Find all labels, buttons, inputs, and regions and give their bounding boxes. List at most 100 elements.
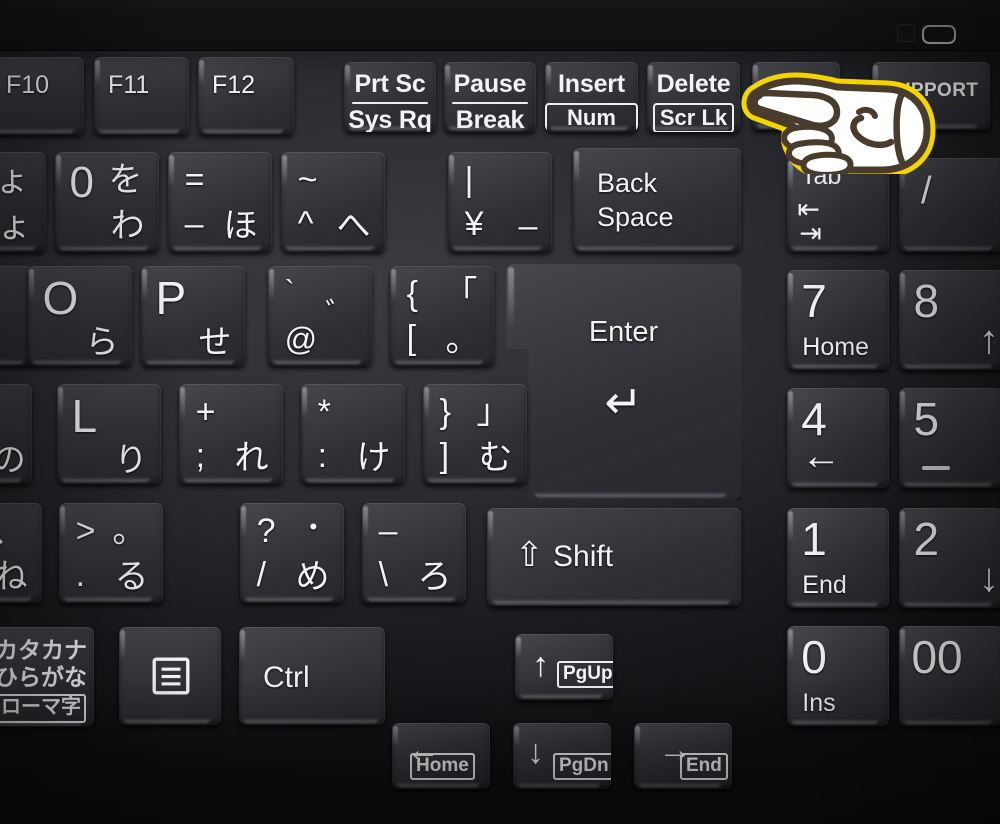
enter-arrow-icon: ↵ [604,375,643,428]
key-arrow-right[interactable]: → End [634,723,732,789]
key-semicolon-kana: れ [234,439,269,477]
key-f11[interactable]: F11 [94,57,189,135]
key-colon[interactable]: * : け [301,384,405,484]
key-numpad-0[interactable]: 0 Ins [787,626,889,726]
key-at-dakuten: ゛ [325,298,356,331]
laptop-bezel [0,0,1000,51]
key-katakana-hiragana[interactable]: カタカナ ひらがな ローマ字 [0,627,94,727]
key-numpad-4[interactable]: 4 ← [787,388,889,488]
key-colon-asterisk: * [317,393,331,431]
key-minus-lower: – [184,205,204,243]
numpad-left-arrow-icon: ← [801,434,842,478]
key-numpad-5[interactable]: 5 [899,388,1000,488]
key-bracket-right-square: ] [439,437,450,475]
key-yen-pipe[interactable]: | ¥ – [448,152,552,252]
key-backslash[interactable]: – \ ろ [362,503,466,603]
key-backslash-symbol: \ [378,556,389,594]
menu-icon [152,657,190,695]
key-f10[interactable]: F10 [0,57,84,135]
key-p-letter: P [155,272,187,324]
key-delete-scrolllock[interactable]: Delete Scr Lk [647,62,740,132]
key-at-symbol: @ [284,321,318,357]
key-arrow-down[interactable]: ↓ PgDn [513,723,611,789]
key-shift-right[interactable]: ⇧ Shift [487,508,741,606]
key-numpad-0-digit: 0 [801,631,827,683]
key-0[interactable]: を 0 わ [55,152,159,252]
key-k-kana: の [0,441,26,478]
key-minus-upper: = [184,161,205,199]
key-arrow-left[interactable]: ← Home [392,723,490,789]
key-9-kana-top: ょ [0,161,30,199]
key-f12[interactable]: F12 [198,57,294,135]
key-arrow-left-tag: Home [410,753,475,780]
key-insert-numlock[interactable]: Insert Num Lk [545,62,638,132]
keyboard-photo: F10 F11 F12 Prt Sc Sys Rq Pause Break In… [0,0,1000,824]
key-minus-equals[interactable]: = – ほ [168,152,272,252]
key-arrow-right-tag: End [680,753,728,780]
key-slash[interactable]: ? ・ / め [240,503,344,603]
key-print-screen[interactable]: Prt Sc Sys Rq [344,62,436,132]
key-9-partial[interactable]: ょ ょ [0,152,46,252]
key-at-backtick: ` [284,275,295,308]
key-enter[interactable]: Enter ↵ [506,264,741,500]
key-0-kana-bottom: わ [110,207,145,245]
key-bracket-right-kakko: 」 [476,393,511,431]
key-yen-upper: | [464,161,474,199]
key-enter-label: Enter [588,315,659,348]
key-period[interactable]: > 。 . る [59,503,163,603]
key-ctrl-label: Ctrl [263,661,310,694]
key-p-kana: せ [198,323,232,360]
key-arrow-down-tag: PgDn [553,753,611,780]
key-0-digit: 0 [69,158,95,207]
key-numpad-00[interactable]: 00 [899,626,1000,726]
key-o[interactable]: O ら [28,266,132,366]
key-arrow-up-tag: PgUp [557,661,613,688]
key-numpad-2[interactable]: 2 ↓ [899,508,1000,608]
key-at-sign[interactable]: ` ゛ @ [268,266,372,366]
key-comma[interactable]: < 、 , ね [0,503,42,603]
key-caret-tilde[interactable]: ~ ^ へ [281,152,385,252]
key-enter-lip [534,492,727,497]
key-caret-lower: ^ [297,205,314,243]
key-numpad-1[interactable]: 1 End [787,508,889,608]
key-semicolon[interactable]: + ; れ [179,384,283,484]
key-shift-label: Shift [553,540,614,573]
key-numpad-8[interactable]: 8 ↑ [899,270,1000,370]
key-period-gt: > [75,512,96,550]
key-numpad-1-digit: 1 [801,513,827,565]
key-pause-bottom-label: Break [455,106,525,132]
key-numpad-7[interactable]: 7 Home [787,270,889,370]
key-kana-line2: ひらがな [0,664,87,691]
key-period-kana: る [114,558,149,596]
key-l-letter: L [71,390,98,442]
key-p[interactable]: P せ [141,266,245,366]
key-bracket-left-square: [ [406,319,417,357]
key-k-partial[interactable]: の [0,384,32,484]
pointing-hand-cursor[interactable] [741,56,937,174]
key-bracket-right-brace: } [439,393,451,431]
numpad-down-arrow-icon: ↓ [978,556,999,600]
key-yen-dash: – [518,207,538,245]
key-slash-symbol: / [256,556,267,594]
key-9-kana-bottom: ょ [0,207,32,245]
key-f10-label: F10 [6,71,50,99]
key-bracket-right[interactable]: } 」 ] む [423,384,527,484]
key-ctrl[interactable]: Ctrl [239,627,385,725]
key-comma-touten: 、 [0,514,25,548]
key-bracket-left[interactable]: { 「 [ 。 [390,266,494,366]
key-numpad-2-digit: 2 [913,513,940,565]
key-pause-break[interactable]: Pause Break [444,62,536,132]
key-semicolon-symbol: ; [195,437,206,475]
key-insert-bottom-label: Num Lk [545,103,638,132]
key-arrow-up[interactable]: ↑ PgUp [515,634,613,700]
key-insert-top-label: Insert [558,70,625,98]
key-menu[interactable] [119,627,221,725]
key-caret-kana: へ [336,207,371,245]
key-kana-line1: カタカナ [0,637,87,663]
arrow-down-icon: ↓ [527,733,544,771]
key-backspace[interactable]: Back Space [573,148,741,252]
key-period-symbol: . [75,556,86,594]
key-l[interactable]: L り [57,384,161,484]
key-slash-nakaguro: ・ [299,512,328,543]
key-print-screen-divider [352,102,428,104]
